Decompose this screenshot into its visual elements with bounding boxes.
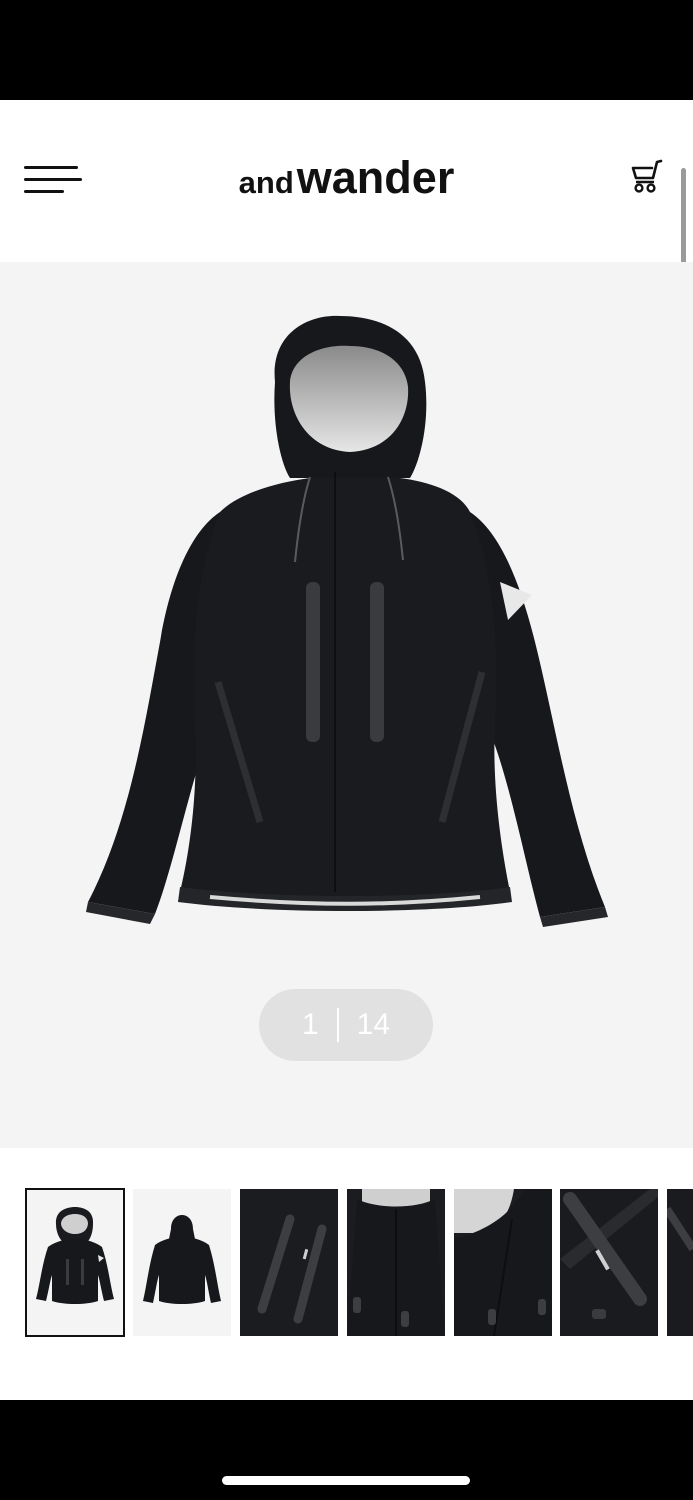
thumbnail-partial[interactable] bbox=[667, 1189, 693, 1336]
thumbnail-zip-pull-detail[interactable] bbox=[560, 1189, 658, 1336]
brand-logo[interactable]: andwander bbox=[0, 152, 693, 204]
image-counter-total: 14 bbox=[356, 1008, 391, 1041]
product-image-jacket-front bbox=[86, 315, 608, 927]
logo-wander: wander bbox=[296, 152, 455, 203]
thumbnail-jacket-back[interactable] bbox=[133, 1189, 231, 1336]
product-image-gallery[interactable]: 1 14 bbox=[0, 262, 693, 1148]
status-bar bbox=[0, 0, 693, 100]
thumbnail-chest-zip-detail[interactable] bbox=[240, 1189, 338, 1336]
logo-and: and bbox=[238, 165, 294, 200]
thumbnail-collar-detail[interactable] bbox=[347, 1189, 445, 1336]
image-counter-current: 1 bbox=[301, 1008, 319, 1041]
thumbnail-hood-open-detail[interactable] bbox=[454, 1189, 552, 1336]
site-header: andwander bbox=[0, 100, 693, 262]
system-bottom-bar bbox=[0, 1400, 693, 1500]
thumbnail-jacket-front[interactable] bbox=[25, 1188, 125, 1337]
image-counter-divider bbox=[336, 1008, 339, 1042]
image-counter: 1 14 bbox=[259, 989, 433, 1061]
shopping-cart-icon[interactable] bbox=[628, 158, 668, 198]
home-indicator[interactable] bbox=[222, 1476, 470, 1485]
thumbnail-strip[interactable] bbox=[0, 1148, 693, 1400]
